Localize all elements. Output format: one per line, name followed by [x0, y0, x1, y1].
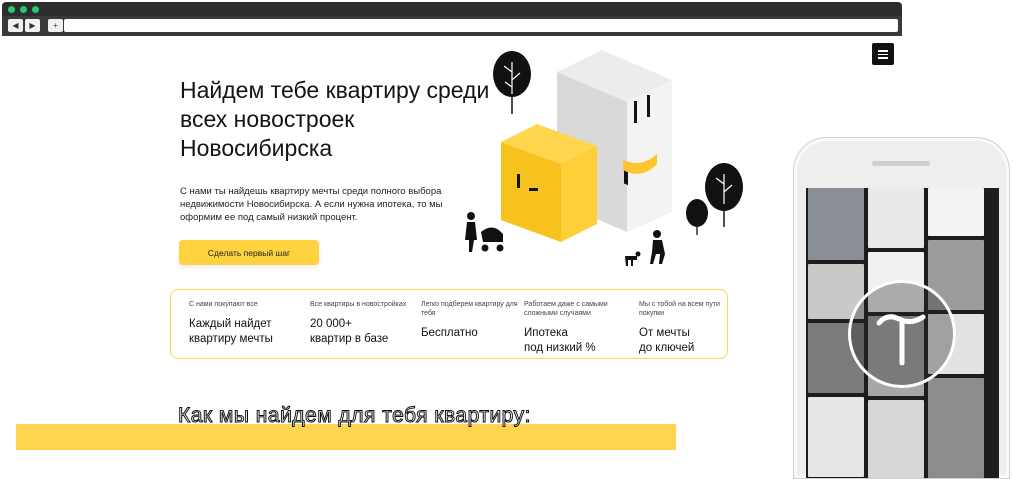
stat-item: Легко подберем квартиру для тебя Бесплат…	[421, 300, 521, 341]
section-title: Как мы найдем для тебя квартиру:	[178, 404, 531, 428]
stat-caption: Все квартиры в новостройках	[310, 301, 407, 308]
tree-right-icon	[686, 163, 743, 235]
template-preview	[808, 188, 864, 260]
tilda-logo-icon	[848, 280, 956, 388]
address-bar[interactable]	[64, 19, 898, 32]
stat-caption: С нами покупают все	[189, 301, 258, 308]
window-minimize-dot[interactable]	[20, 6, 27, 13]
stat-value: Каждый найдет квартиру мечты	[189, 318, 273, 345]
hero-illustration	[465, 50, 743, 266]
stat-value: От мечты до ключей	[639, 327, 695, 354]
forward-button[interactable]: ▶	[25, 19, 40, 32]
menu-icon[interactable]	[872, 43, 894, 65]
template-preview	[868, 188, 924, 248]
phone-mockup	[793, 137, 1010, 479]
template-preview	[808, 397, 864, 477]
stats-panel: С нами покупают все Каждый найдет кварти…	[170, 289, 728, 359]
phone-screen	[806, 188, 999, 478]
stat-item: Все квартиры в новостройках 20 000+ квар…	[310, 300, 410, 347]
stat-value: Ипотека под низкий %	[524, 327, 596, 354]
template-preview	[868, 400, 924, 478]
window-close-dot[interactable]	[8, 6, 15, 13]
browser-titlebar	[2, 2, 902, 16]
new-tab-button[interactable]: +	[48, 19, 63, 32]
stat-caption: Легко подберем квартиру для тебя	[421, 301, 518, 317]
stat-value: Бесплатно	[421, 327, 478, 339]
stat-caption: Работаем даже с самыми сложными случаями	[524, 301, 608, 317]
yellow-building-icon	[501, 124, 597, 242]
stat-item: Работаем даже с самыми сложными случаями…	[524, 300, 624, 356]
stat-caption: Мы с тобой на всем пути покупки	[639, 301, 720, 317]
back-button[interactable]: ◀	[8, 19, 23, 32]
template-preview	[928, 378, 984, 478]
stat-item: С нами покупают все Каждый найдет кварти…	[189, 300, 289, 347]
stat-value: 20 000+ квартир в базе	[310, 318, 389, 345]
stat-item: Мы с тобой на всем пути покупки От мечты…	[639, 300, 739, 356]
template-preview	[928, 188, 984, 236]
browser-toolbar: ◀ ▶ +	[2, 16, 902, 36]
phone-speaker	[872, 161, 930, 166]
man-dog-icon	[625, 230, 665, 266]
browser-window: ◀ ▶ + Найдем тебе квартиру среди всех но…	[2, 2, 902, 477]
hero-title: Найдем тебе квартиру среди всех новостро…	[180, 77, 490, 161]
hero-description: С нами ты найдешь квартиру мечты среди п…	[180, 186, 443, 223]
window-maximize-dot[interactable]	[32, 6, 39, 13]
first-step-button[interactable]: Сделать первый шаг	[179, 240, 319, 265]
